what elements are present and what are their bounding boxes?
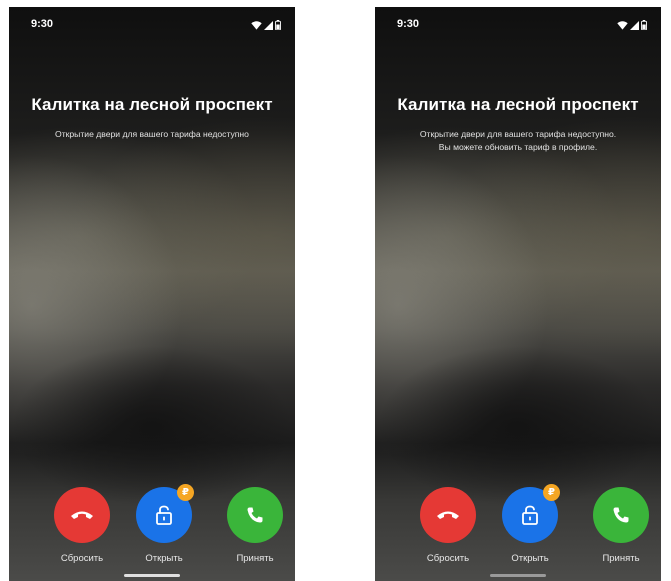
caller-subtitle-line: Открытие двери для вашего тарифа недосту… — [419, 129, 617, 139]
open-label: Открыть — [511, 553, 549, 564]
decline-label: Сбросить — [60, 553, 104, 564]
paid-badge: ₽ — [543, 484, 560, 501]
incoming-call-screen-1: 9:30 Калитка на лесной проспект Открытие… — [9, 7, 295, 581]
accept-action: Принять — [581, 487, 661, 564]
caller-title: Калитка на лесной проспект — [31, 95, 273, 114]
open-door-button[interactable]: ₽ — [502, 484, 560, 543]
phone-icon — [246, 506, 264, 524]
incoming-call-screen-2: 9:30 Калитка на лесной проспект Открытие… — [375, 7, 661, 581]
accept-label: Принять — [602, 553, 640, 564]
decline-label: Сбросить — [426, 553, 470, 564]
paid-badge: ₽ — [177, 484, 194, 501]
status-time: 9:30 — [397, 18, 420, 30]
accept-action: Принять — [215, 487, 295, 564]
open-action: ₽ Открыть — [124, 484, 204, 564]
home-indicator[interactable] — [490, 574, 546, 577]
battery-icon — [275, 20, 281, 30]
home-indicator[interactable] — [124, 574, 180, 577]
hang-up-icon — [436, 509, 460, 521]
unlock-icon — [521, 505, 539, 525]
caller-subtitle-line: Вы можете обновить тариф в профиле. — [438, 142, 598, 152]
decline-action: Сбросить — [42, 487, 122, 564]
cellular-signal-icon — [630, 20, 639, 30]
decline-button[interactable] — [54, 487, 110, 543]
battery-icon — [641, 20, 647, 30]
status-time: 9:30 — [31, 18, 54, 30]
decline-action: Сбросить — [408, 487, 488, 564]
accept-button[interactable] — [593, 487, 649, 543]
decline-button[interactable] — [420, 487, 476, 543]
wifi-icon — [617, 20, 628, 30]
caller-subtitle: Открытие двери для вашего тарифа недосту… — [9, 128, 295, 141]
accept-label: Принять — [236, 553, 274, 564]
open-action: ₽ Открыть — [490, 484, 570, 564]
cellular-signal-icon — [264, 20, 273, 30]
status-bar: 9:30 — [375, 18, 661, 34]
status-bar: 9:30 — [9, 18, 295, 34]
status-icons — [251, 20, 281, 30]
phone-icon — [612, 506, 630, 524]
caller-subtitle: Открытие двери для вашего тарифа недосту… — [375, 128, 661, 154]
accept-button[interactable] — [227, 487, 283, 543]
status-icons — [617, 20, 647, 30]
caller-title: Калитка на лесной проспект — [397, 95, 639, 114]
open-door-button[interactable]: ₽ — [136, 484, 194, 543]
unlock-icon — [155, 505, 173, 525]
hang-up-icon — [70, 509, 94, 521]
wifi-icon — [251, 20, 262, 30]
open-label: Открыть — [145, 553, 183, 564]
caller-subtitle-line: Открытие двери для вашего тарифа недосту… — [55, 129, 249, 139]
screens-canvas: 9:30 Калитка на лесной проспект Открытие… — [0, 0, 671, 581]
